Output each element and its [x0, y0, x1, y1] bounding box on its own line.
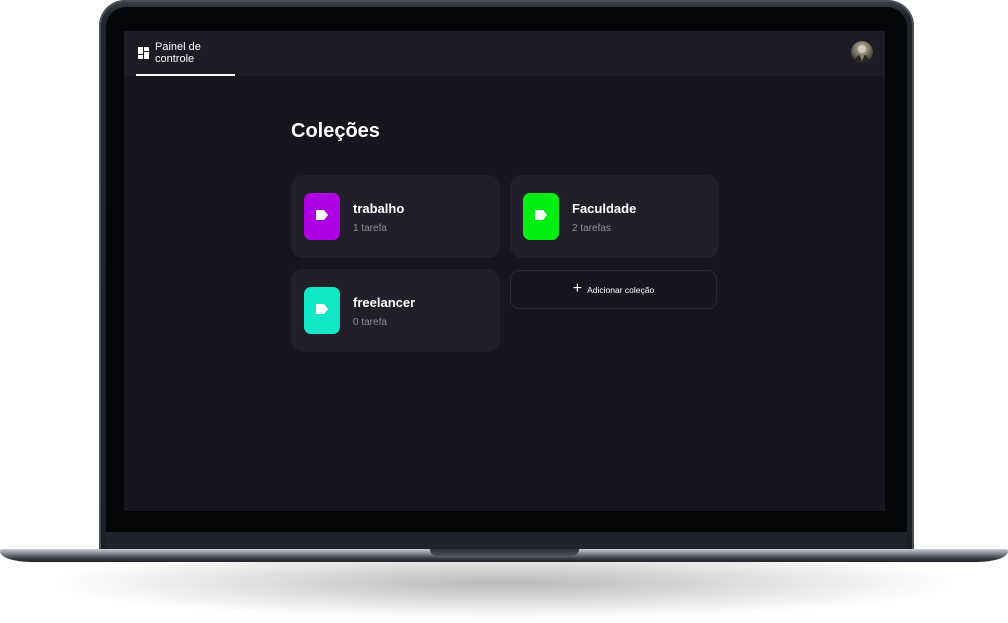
collection-color-badge [304, 193, 340, 240]
collection-color-badge [523, 193, 559, 240]
laptop-notch [430, 549, 579, 556]
collection-task-count: 2 tarefas [572, 223, 611, 234]
collection-name: freelancer [353, 295, 416, 310]
collection-card-faculdade[interactable]: Faculdade 2 tarefas [510, 175, 719, 258]
tag-icon [534, 208, 548, 226]
collection-name: trabalho [353, 201, 405, 216]
user-avatar[interactable] [851, 41, 873, 63]
app-screen: Painel de controle Coleções trabalho 1 t… [124, 31, 885, 511]
plus-icon: + [572, 279, 583, 297]
collection-card-freelancer[interactable]: freelancer 0 tarefa [291, 269, 500, 352]
page-title: Coleções [291, 120, 380, 142]
add-collection-button[interactable]: + Adicionar coleção [510, 270, 717, 309]
tag-icon [315, 302, 329, 320]
tag-icon [315, 208, 329, 226]
tab-dashboard-label: Painel de controle [155, 40, 201, 65]
add-collection-label: Adicionar coleção [587, 284, 655, 295]
collection-card-trabalho[interactable]: trabalho 1 tarefa [291, 175, 500, 258]
collection-color-badge [304, 287, 340, 334]
collection-name: Faculdade [572, 201, 637, 216]
collection-task-count: 0 tarefa [353, 317, 387, 328]
top-bar: Painel de controle [124, 31, 885, 76]
tab-dashboard[interactable]: Painel de controle [136, 31, 235, 76]
collection-task-count: 1 tarefa [353, 223, 387, 234]
dashboard-icon [136, 46, 149, 59]
